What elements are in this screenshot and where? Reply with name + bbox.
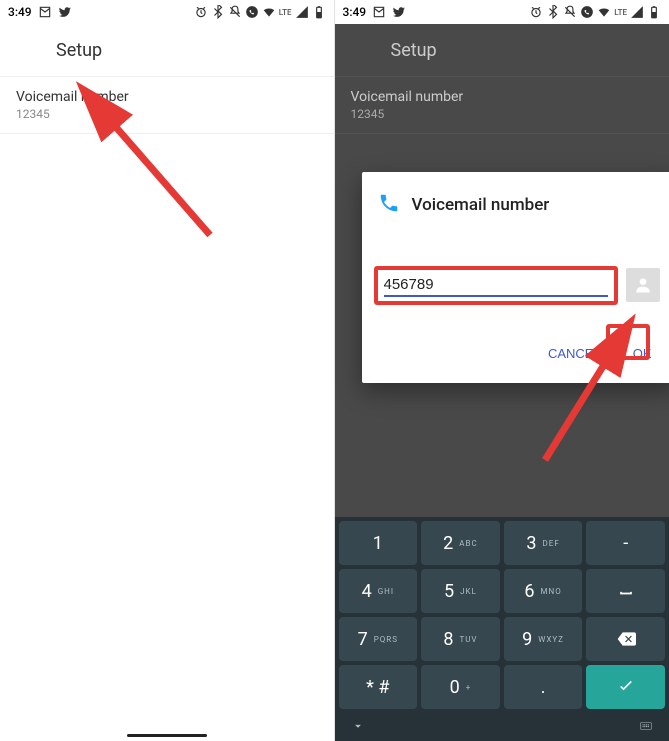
key-8[interactable]: 8TUV	[421, 617, 500, 661]
dialog-title: Voicemail number	[412, 195, 550, 215]
bluetooth-icon	[211, 5, 225, 19]
battery-icon	[312, 5, 326, 19]
dnd-icon	[228, 5, 242, 19]
status-bar: 3:49 LTE	[0, 0, 334, 24]
numeric-keypad: 12ABC3DEF- 4GHI5JKL6MNO 7PQRS8TUV9WXYZ * #0…	[335, 517, 669, 741]
key-space[interactable]	[586, 569, 665, 613]
keypad-switch-icon[interactable]	[639, 718, 653, 737]
key-9[interactable]: 9WXYZ	[504, 617, 583, 661]
status-time: 3:49	[343, 5, 367, 19]
dnd-icon	[563, 5, 577, 19]
status-time: 3:49	[8, 5, 32, 19]
key-[interactable]: * #	[339, 665, 418, 709]
voicemail-row[interactable]: Voicemail number 12345	[0, 77, 334, 134]
battery-icon	[647, 5, 661, 19]
key-[interactable]: .	[504, 665, 583, 709]
alarm-icon	[529, 5, 543, 19]
voicemail-value: 12345	[16, 107, 318, 121]
voicemail-input[interactable]	[384, 274, 608, 297]
wifi-call-icon	[245, 5, 259, 19]
key-7[interactable]: 7PQRS	[339, 617, 418, 661]
voicemail-value: 12345	[351, 107, 654, 121]
ok-button[interactable]: OK	[629, 340, 656, 367]
key-1[interactable]: 1	[339, 521, 418, 565]
app-bar: Setup	[0, 24, 334, 77]
key-5[interactable]: 5JKL	[421, 569, 500, 613]
key-check[interactable]	[586, 665, 665, 709]
wifi-icon	[262, 5, 276, 19]
status-bar: 3:49 LTE	[335, 0, 669, 24]
nav-handle[interactable]	[127, 734, 207, 737]
phone-right: 3:49 LTE Setup Voicemail number 12	[335, 0, 669, 741]
phone-icon	[378, 192, 400, 218]
lte-label: LTE	[614, 8, 627, 17]
app-bar: Setup	[335, 24, 669, 77]
wifi-icon	[597, 5, 611, 19]
wifi-call-icon	[580, 5, 594, 19]
gmail-icon	[372, 5, 386, 19]
lte-label: LTE	[279, 8, 292, 17]
cancel-button[interactable]: CANCEL	[544, 340, 605, 367]
twitter-icon	[58, 5, 72, 19]
voicemail-label: Voicemail number	[351, 89, 654, 105]
alarm-icon	[194, 5, 208, 19]
signal-icon	[295, 5, 309, 19]
voicemail-label: Voicemail number	[16, 89, 318, 105]
key-[interactable]: -	[586, 521, 665, 565]
key-2[interactable]: 2ABC	[421, 521, 500, 565]
key-4[interactable]: 4GHI	[339, 569, 418, 613]
page-title: Setup	[56, 40, 102, 61]
gmail-icon	[38, 5, 52, 19]
page-title: Setup	[391, 40, 437, 61]
bluetooth-icon	[546, 5, 560, 19]
signal-icon	[630, 5, 644, 19]
key-backspace[interactable]	[586, 617, 665, 661]
voicemail-row: Voicemail number 12345	[335, 77, 669, 134]
key-6[interactable]: 6MNO	[504, 569, 583, 613]
voicemail-dialog: Voicemail number CANCEL OK	[362, 172, 669, 383]
keypad-collapse-icon[interactable]	[351, 718, 365, 737]
key-0[interactable]: 0+	[421, 665, 500, 709]
key-3[interactable]: 3DEF	[504, 521, 583, 565]
twitter-icon	[392, 5, 406, 19]
contacts-button[interactable]	[626, 268, 660, 302]
phone-left: 3:49 LTE Setup Voicemail number 12345	[0, 0, 335, 741]
